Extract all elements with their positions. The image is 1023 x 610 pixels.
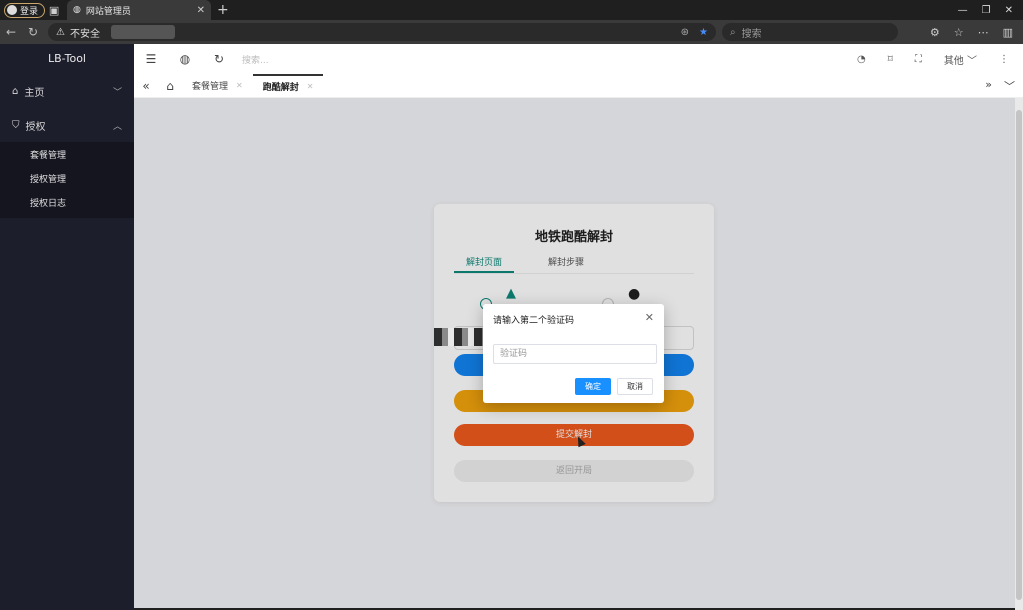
- redacted-url: [110, 25, 175, 39]
- app-sidebar: LB-Tool ⌂ 主页 ﹀ ⛉ 授权 ︿ 套餐管理 授权管理 授权日志: [0, 44, 134, 610]
- browser-toolbar: ← ↻ ⚠ 不安全 ⊛ ★ ⌕ 搜索 ⚙ ☆ ⋯ ▥: [0, 20, 1023, 44]
- submenu-item-packages[interactable]: 套餐管理: [0, 144, 134, 168]
- browser-search-placeholder: 搜索: [741, 28, 762, 40]
- browser-tab[interactable]: ◍ 网站管理员 ✕: [67, 0, 212, 20]
- tags-scroll-right-icon[interactable]: »: [985, 78, 992, 94]
- app-topbar: ☰ ◍ ↻ 搜索... ◔ ⌑ ⛶ 其他 ﹀ ⋮: [134, 44, 1023, 74]
- sidebar-item-label: 授权: [25, 121, 46, 133]
- sidebar-item-auth[interactable]: ⛉ 授权 ︿: [0, 108, 134, 142]
- home-icon: ⌂: [12, 85, 19, 97]
- close-icon[interactable]: ✕: [307, 82, 314, 91]
- profile-button[interactable]: 登录: [4, 2, 46, 18]
- minimize-icon[interactable]: —: [958, 5, 968, 16]
- security-label: 不安全: [69, 28, 100, 40]
- extensions-icon[interactable]: ⚙: [930, 26, 940, 39]
- tag-parkour-unban[interactable]: 跑酷解封 ✕: [252, 73, 324, 98]
- captcha-dialog: 请输入第二个验证码 ✕ 确定 取消: [483, 304, 664, 403]
- warning-icon: ⚠: [56, 26, 65, 38]
- menu-toggle-icon[interactable]: ☰: [134, 52, 168, 66]
- back-icon[interactable]: ←: [0, 25, 22, 39]
- refresh-icon[interactable]: ↻: [202, 52, 236, 66]
- browser-search-box[interactable]: ⌕ 搜索: [722, 23, 898, 41]
- avatar: [7, 5, 17, 15]
- more-vertical-icon[interactable]: ⋮: [999, 54, 1009, 65]
- close-tab-icon[interactable]: ✕: [197, 5, 205, 16]
- address-bar[interactable]: ⚠ 不安全 ⊛ ★: [48, 23, 716, 41]
- tag-label: 跑酷解封: [262, 83, 299, 93]
- close-icon[interactable]: ✕: [236, 81, 243, 90]
- window-controls: — ❐ ✕: [958, 0, 1019, 20]
- restore-icon[interactable]: ❐: [982, 5, 991, 16]
- fullscreen-icon[interactable]: ⛶: [915, 54, 922, 65]
- submenu-item-auth-log[interactable]: 授权日志: [0, 192, 134, 216]
- submenu-item-auth-management[interactable]: 授权管理: [0, 168, 134, 192]
- new-tab-button[interactable]: +: [217, 2, 229, 18]
- favorites-icon[interactable]: ☆: [954, 26, 964, 39]
- chevron-up-icon: ︿: [112, 121, 122, 132]
- brand: LB-Tool: [47, 52, 86, 65]
- top-search-input[interactable]: 搜索...: [242, 53, 269, 66]
- browser-tabbar: 登录 ▣ ◍ 网站管理员 ✕ + — ❐ ✕: [0, 0, 1023, 20]
- search-icon: ⌕: [730, 26, 736, 38]
- more-icon[interactable]: ⋯: [978, 26, 989, 39]
- scrollbar-thumb[interactable]: [1016, 110, 1022, 600]
- tag-icon[interactable]: ⌑: [888, 54, 893, 65]
- tab-actions-icon[interactable]: ▣: [45, 4, 63, 17]
- dialog-title: 请输入第二个验证码: [493, 316, 575, 326]
- profile-label: 登录: [20, 6, 39, 17]
- translate-icon[interactable]: ⊛: [681, 27, 689, 38]
- cancel-button[interactable]: 取消: [617, 378, 653, 395]
- browser-tab-title: 网站管理员: [85, 6, 131, 17]
- captcha-input[interactable]: [493, 344, 657, 364]
- confirm-button[interactable]: 确定: [575, 378, 611, 395]
- sidebar-toggle-icon[interactable]: ▥: [1003, 26, 1013, 39]
- auth-submenu: 套餐管理 授权管理 授权日志: [0, 142, 134, 218]
- page-scrollbar[interactable]: [1015, 98, 1023, 610]
- sidebar-item-home[interactable]: ⌂ 主页 ﹀: [0, 74, 134, 108]
- tag-packages[interactable]: 套餐管理 ✕: [182, 74, 253, 98]
- shield-icon: ⛉: [12, 119, 20, 131]
- sidebar-item-label: 主页: [24, 87, 45, 99]
- chevron-down-icon[interactable]: ﹀: [1004, 78, 1015, 94]
- dashboard-icon[interactable]: ◔: [857, 54, 866, 65]
- tags-scroll-left-icon[interactable]: «: [134, 79, 158, 93]
- bookmark-star-icon[interactable]: ★: [699, 27, 708, 38]
- other-dropdown[interactable]: 其他 ﹀: [944, 52, 977, 67]
- tags-bar: « ⌂ 套餐管理 ✕ 跑酷解封 ✕ » ﹀: [134, 73, 1023, 98]
- reload-icon[interactable]: ↻: [22, 25, 44, 39]
- close-icon[interactable]: ✕: [645, 311, 654, 324]
- globe-icon: ◍: [73, 5, 81, 15]
- home-tag-icon[interactable]: ⌂: [158, 79, 182, 93]
- close-window-icon[interactable]: ✕: [1005, 5, 1013, 16]
- language-icon[interactable]: ◍: [168, 52, 202, 66]
- other-label: 其他: [943, 55, 964, 67]
- chevron-down-icon: ﹀: [112, 87, 122, 98]
- tag-label: 套餐管理: [192, 82, 229, 92]
